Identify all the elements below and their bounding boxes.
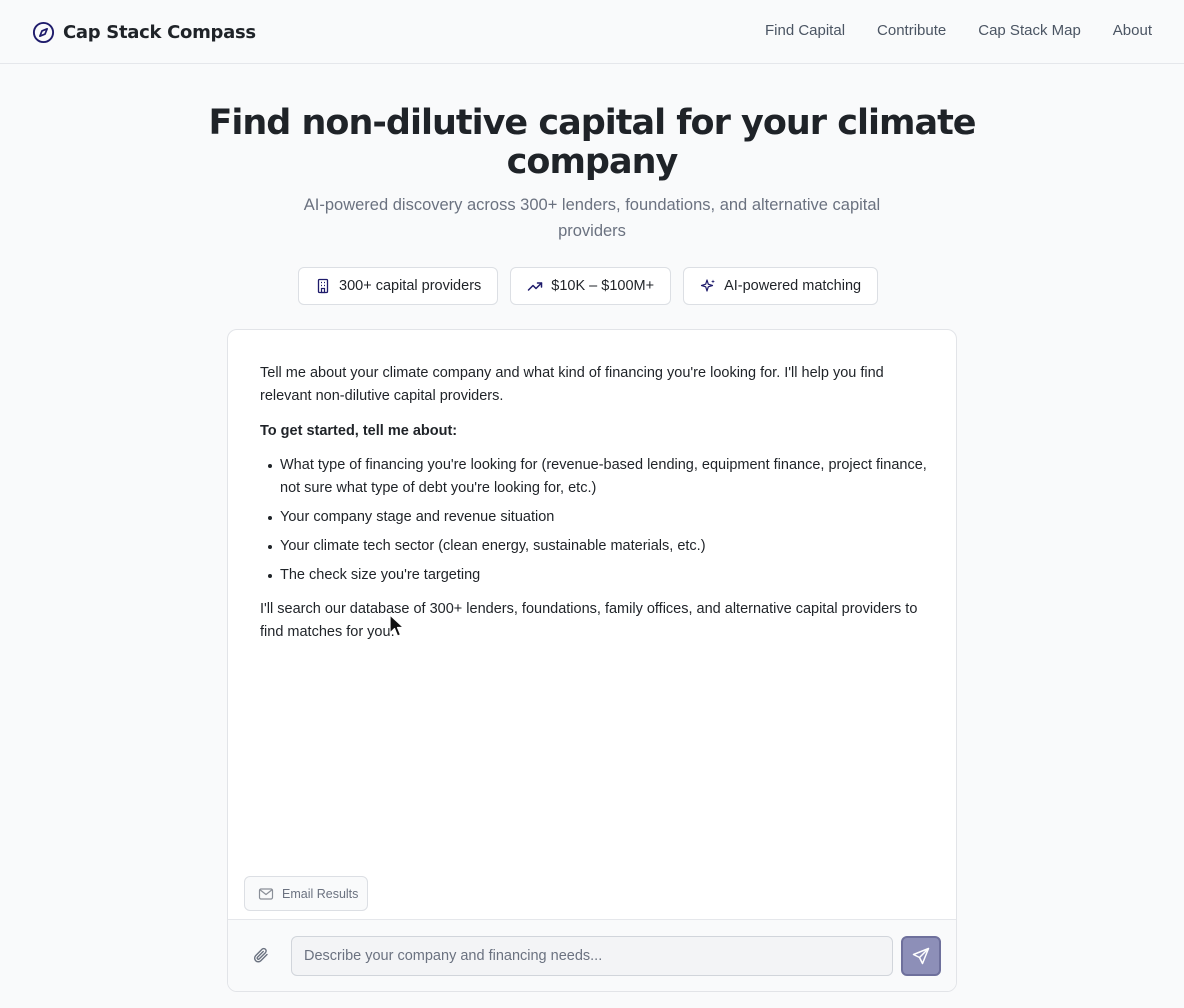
pill-label: $10K – $100M+: [551, 278, 655, 294]
pill-ai-matching: AI-powered matching: [683, 267, 879, 305]
chat-input-bar: [228, 919, 956, 991]
attach-button[interactable]: [252, 946, 274, 968]
pill-label: 300+ capital providers: [339, 278, 482, 294]
mail-icon: [258, 887, 274, 900]
pill-capital-providers: 300+ capital providers: [298, 267, 499, 305]
assistant-message: Tell me about your climate company and w…: [260, 362, 930, 656]
list-item: The check size you're targeting: [260, 564, 930, 587]
message-heading: To get started, tell me about:: [260, 423, 458, 439]
send-button[interactable]: [901, 936, 941, 976]
send-icon: [912, 947, 930, 965]
trending-up-icon: [528, 282, 543, 291]
chat-panel: Tell me about your climate company and w…: [227, 329, 957, 992]
pill-check-size: $10K – $100M+: [510, 267, 672, 305]
nav-cap-stack-map[interactable]: Cap Stack Map: [978, 22, 1081, 39]
pill-label: AI-powered matching: [724, 278, 862, 294]
sparkles-icon: [700, 279, 716, 292]
list-item: Your company stage and revenue situation: [260, 506, 930, 529]
message-outro: I'll search our database of 300+ lenders…: [260, 601, 918, 640]
nav-find-capital[interactable]: Find Capital: [765, 22, 845, 39]
chat-message-input[interactable]: [291, 936, 893, 976]
top-nav-bar: Cap Stack Compass Find Capital Contribut…: [0, 0, 1184, 64]
paperclip-icon: [253, 947, 268, 963]
email-results-button[interactable]: Email Results: [244, 876, 368, 911]
building-icon: [317, 278, 329, 294]
compass-icon: [32, 21, 55, 43]
list-item: What type of financing you're looking fo…: [260, 454, 930, 500]
page-title: Find non-dilutive capital for your clima…: [208, 103, 976, 182]
mouse-cursor-icon: [389, 614, 405, 637]
message-list: What type of financing you're looking fo…: [260, 454, 930, 587]
nav-about[interactable]: About: [1113, 22, 1152, 39]
message-intro: Tell me about your climate company and w…: [260, 365, 884, 404]
brand-logo[interactable]: Cap Stack Compass: [32, 19, 256, 45]
email-results-label: Email Results: [282, 886, 359, 901]
list-item: Your climate tech sector (clean energy, …: [260, 535, 930, 558]
page-subtitle: AI-powered discovery across 300+ lenders…: [303, 196, 881, 240]
brand-name: Cap Stack Compass: [63, 21, 256, 43]
nav-contribute[interactable]: Contribute: [877, 22, 946, 39]
feature-pills: 300+ capital providers $10K – $100M+ AI-…: [298, 267, 879, 305]
main-nav: Find Capital Contribute Cap Stack Map Ab…: [765, 22, 1152, 39]
